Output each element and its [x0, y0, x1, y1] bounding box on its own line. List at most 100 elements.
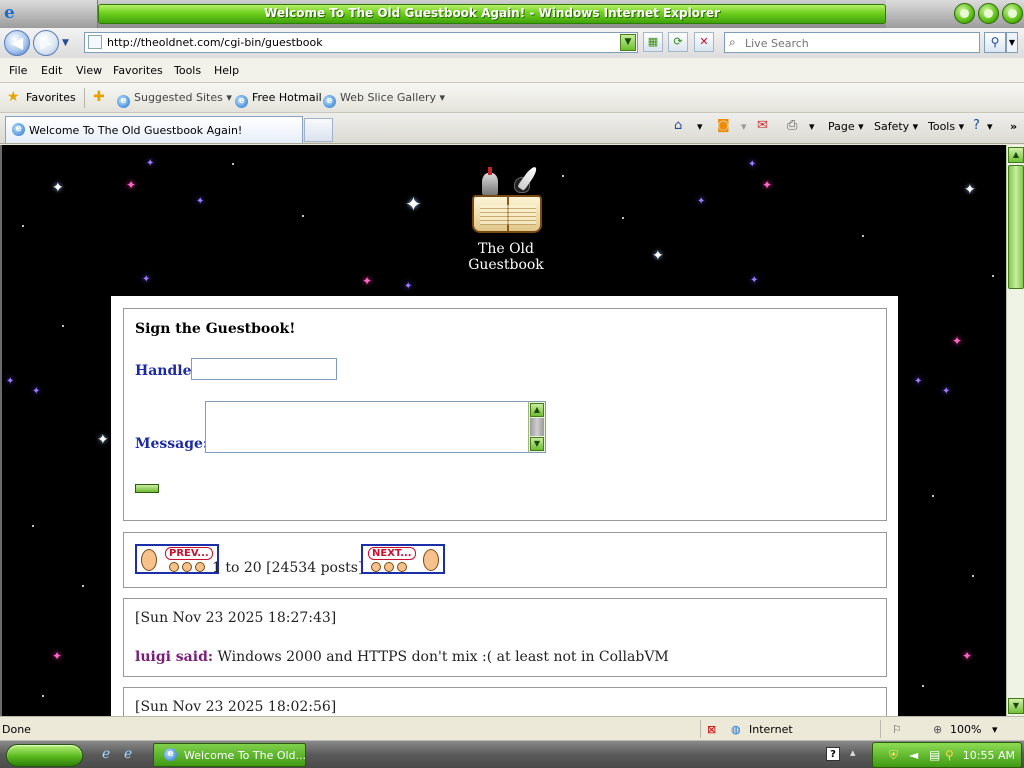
favorites-button[interactable]: Favorites — [26, 91, 76, 104]
message-scrollbar[interactable]: ▲ ▼ — [528, 402, 545, 452]
scroll-down-icon[interactable]: ▼ — [530, 437, 544, 451]
favorites-item-label: Web Slice Gallery ▾ — [340, 91, 446, 104]
recent-pages-dropdown-icon[interactable]: ▼ — [62, 38, 69, 48]
close-button[interactable] — [1002, 3, 1023, 24]
help-tray-icon[interactable]: ? — [826, 747, 840, 761]
favorites-item-web-slice-gallery[interactable]: e Web Slice Gallery ▾ — [323, 91, 445, 108]
entry-line: luigi said: Windows 2000 and HTTPS don't… — [135, 649, 669, 665]
scroll-up-icon[interactable]: ▲ — [530, 403, 544, 417]
hand-icon — [141, 549, 157, 571]
taskbar-item-ie[interactable]: e Welcome To The Old... — [153, 743, 306, 767]
read-mail-icon[interactable]: ✉ — [757, 118, 768, 133]
scroll-up-icon[interactable]: ▲ — [1008, 147, 1024, 163]
prev-button[interactable]: PREV... — [135, 544, 219, 574]
scroll-thumb[interactable] — [1008, 165, 1024, 289]
star-icon: ✦ — [750, 275, 759, 286]
home-dropdown-icon[interactable]: ▾ — [697, 120, 703, 133]
star-icon: ✦ — [697, 196, 706, 207]
menu-view[interactable]: View — [76, 64, 102, 77]
forward-button[interactable]: ▶ — [33, 30, 59, 56]
start-button[interactable] — [6, 744, 83, 767]
protected-mode-icon[interactable]: ⚐ — [892, 723, 902, 736]
next-button[interactable]: NEXT... — [361, 544, 445, 574]
feeds-dropdown-icon[interactable]: ▾ — [741, 120, 747, 133]
scroll-down-icon[interactable]: ▼ — [1008, 698, 1024, 714]
minimize-button[interactable] — [954, 3, 975, 24]
star-dot — [62, 325, 64, 327]
message-textarea[interactable] — [206, 402, 528, 452]
new-tab-button[interactable] — [304, 118, 333, 142]
search-input[interactable] — [745, 35, 975, 51]
zoom-dropdown-icon[interactable]: ▾ — [992, 723, 998, 736]
egg-icon — [397, 562, 407, 572]
print-dropdown-icon[interactable]: ▾ — [809, 120, 815, 133]
favorites-item-suggested-sites[interactable]: e Suggested Sites ▾ — [117, 91, 232, 108]
menu-file[interactable]: File — [9, 64, 27, 77]
title-bar: e Welcome To The Old Guestbook Again! - … — [0, 0, 1024, 28]
overflow-chevron-icon[interactable]: » — [1010, 120, 1017, 133]
add-favorite-icon[interactable]: ✚ — [93, 89, 105, 105]
handle-input[interactable] — [191, 358, 337, 380]
star-icon: ✦ — [762, 178, 773, 192]
star-icon: ✦ — [914, 376, 923, 387]
page-menu[interactable]: Page ▾ — [828, 120, 864, 133]
zoom-icon[interactable]: ⊕ — [933, 723, 942, 736]
menu-favorites[interactable]: Favorites — [113, 64, 163, 77]
back-button[interactable]: ◀ — [4, 30, 30, 56]
search-box[interactable]: ⌕ — [724, 32, 980, 53]
favorites-bar: ★ Favorites ✚ e Suggested Sites ▾ e Free H… — [0, 83, 1024, 113]
search-options-icon[interactable]: ▼ — [1006, 32, 1018, 53]
taskbar-options-icon[interactable]: ▴ — [850, 746, 856, 759]
address-bar[interactable]: http://theoldnet.com/cgi-bin/guestbook ▼ — [84, 32, 638, 53]
message-field[interactable]: ▲ ▼ — [205, 401, 546, 453]
scroll-thumb[interactable] — [530, 418, 544, 436]
tab-active[interactable]: e Welcome To The Old Guestbook Again! — [5, 116, 303, 143]
window-title: Welcome To The Old Guestbook Again! - Wi… — [264, 6, 720, 20]
print-icon[interactable]: ⎙ — [787, 118, 797, 133]
entry-date: [Sun Nov 23 2025 18:02:56] — [135, 699, 337, 715]
blocked-popup-icon[interactable]: ⊠ — [707, 723, 716, 736]
star-icon: ✦ — [6, 376, 15, 387]
menu-tools[interactable]: Tools — [174, 64, 201, 77]
compatibility-view-icon[interactable]: ▦ — [643, 32, 663, 52]
taskbar: ℯ ℯ e Welcome To The Old... ? ▴ ⛨ ◄ ▤ ⚲ … — [0, 740, 1024, 768]
safety-menu[interactable]: Safety ▾ — [874, 120, 918, 133]
quick-launch-ie-icon[interactable]: ℯ — [102, 746, 110, 762]
entry-author: luigi said: — [135, 649, 214, 665]
star-icon: ✦ — [962, 649, 973, 663]
address-dropdown-icon[interactable]: ▼ — [620, 34, 636, 51]
help-dropdown-icon[interactable]: ▾ — [987, 120, 993, 133]
tools-menu[interactable]: Tools ▾ — [928, 120, 964, 133]
guestbook-entry: [Sun Nov 23 2025 18:27:43] luigi said: W… — [123, 598, 887, 677]
star-icon: ✦ — [126, 178, 137, 192]
maximize-button[interactable] — [978, 3, 999, 24]
taskbar-item-label: Welcome To The Old... — [184, 749, 307, 762]
search-tray-icon[interactable]: ⚲ — [945, 748, 954, 762]
favorites-separator — [84, 88, 85, 108]
home-icon[interactable]: ⌂ — [674, 118, 682, 133]
shield-icon[interactable]: ⛨ — [889, 748, 898, 763]
handle-label: Handle: — [135, 363, 197, 379]
submit-button[interactable] — [135, 484, 159, 493]
search-go-icon[interactable]: ⚲ — [984, 32, 1006, 53]
site-title: The Old Guestbook — [468, 241, 544, 273]
network-icon[interactable]: ▤ — [929, 748, 940, 762]
stop-icon[interactable]: ✕ — [694, 32, 714, 52]
star-dot — [302, 215, 304, 217]
entry-date: [Sun Nov 23 2025 18:27:43] — [135, 610, 337, 626]
volume-icon[interactable]: ◄ — [909, 748, 918, 762]
menu-help[interactable]: Help — [214, 64, 239, 77]
prev-label: PREV... — [165, 547, 213, 560]
star-icon: ✦ — [146, 158, 155, 169]
egg-icon — [371, 562, 381, 572]
address-url[interactable]: http://theoldnet.com/cgi-bin/guestbook — [107, 36, 323, 49]
favorites-item-free-hotmail[interactable]: e Free Hotmail — [235, 91, 322, 108]
entry-message: Windows 2000 and HTTPS don't mix :( at l… — [217, 649, 669, 665]
quick-launch-ie-alt-icon[interactable]: ℯ — [124, 746, 132, 762]
menu-edit[interactable]: Edit — [41, 64, 62, 77]
help-icon[interactable]: ? — [973, 118, 980, 133]
page-scrollbar[interactable]: ▲ ▼ — [1006, 145, 1024, 716]
feeds-icon[interactable]: ◙ — [717, 118, 730, 133]
zoom-level[interactable]: 100% — [950, 723, 981, 736]
refresh-icon[interactable]: ⟳ — [668, 32, 688, 52]
